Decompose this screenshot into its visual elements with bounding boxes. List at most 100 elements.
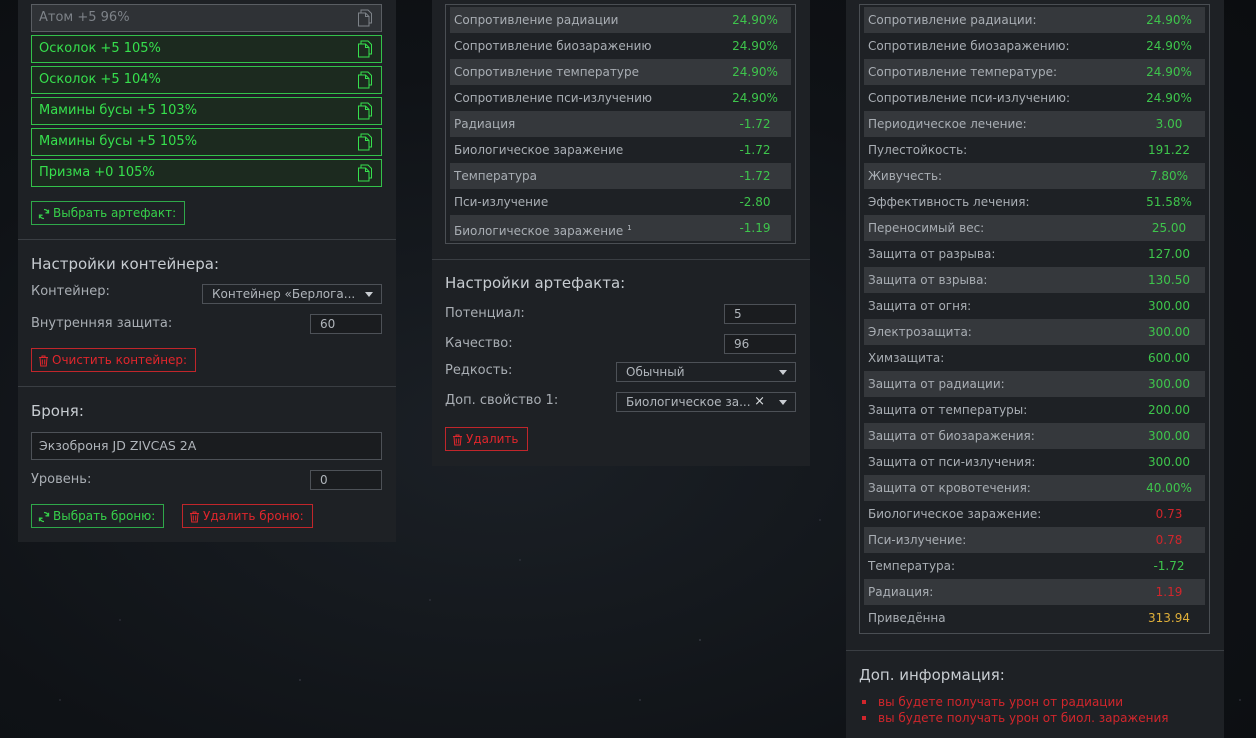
artifact-slot[interactable]: Призма +0 105% <box>31 159 382 187</box>
stat-row: Защита от разрыва: 127.00 <box>864 241 1205 267</box>
select-armor-button[interactable]: Выбрать броню: <box>31 504 165 528</box>
copy-icon[interactable] <box>357 133 373 151</box>
stat-row: Защита от биозаражения: 300.00 <box>864 423 1205 449</box>
stat-value: 3.00 <box>1155 117 1183 131</box>
stat-row: Радиация: 1.19 <box>864 579 1205 605</box>
extra-property-select[interactable]: Биологическое за... × <box>616 392 796 412</box>
inner-protection-input[interactable]: 60 <box>310 314 382 334</box>
armor-input[interactable]: Экзоброня JD ZIVCAS 2A <box>31 432 382 460</box>
stat-row: Сопротивление температуре: 24.90% <box>864 59 1205 85</box>
artifact-slot[interactable]: Мамины бусы +5 105% <box>31 128 382 156</box>
stat-value: -1.72 <box>739 117 771 131</box>
quality-input[interactable]: 96 <box>724 334 796 354</box>
select-artifact-button[interactable]: Выбрать артефакт: <box>31 201 186 225</box>
stat-value: 300.00 <box>1148 429 1190 443</box>
stat-name: Эффективность лечения: <box>868 195 1030 209</box>
container-select[interactable]: Контейнер «Берлога... <box>202 284 382 304</box>
artifact-slot[interactable]: Осколок +5 105% <box>31 35 382 63</box>
rarity-select[interactable]: Обычный <box>616 362 796 382</box>
artifact-slot-label: Осколок +5 104% <box>39 72 161 87</box>
delete-artifact-button[interactable]: Удалить <box>445 427 528 451</box>
stat-value: -1.19 <box>739 221 771 235</box>
stat-value: 51.58% <box>1146 195 1192 209</box>
stat-value: 1.19 <box>1155 585 1183 599</box>
stat-row: Приведённа 313.94 <box>864 605 1205 631</box>
stat-name: Защита от разрыва: <box>868 247 996 261</box>
copy-icon[interactable] <box>357 71 373 89</box>
stat-row: Сопротивление радиации 24.90% <box>450 7 791 33</box>
stat-name: Приведённа <box>868 611 946 625</box>
chevron-down-icon <box>779 400 787 405</box>
stat-value: 24.90% <box>732 13 778 27</box>
artifact-panel: Сопротивление радиации 24.90% Сопротивлени… <box>432 0 810 466</box>
stat-value: 300.00 <box>1148 455 1190 469</box>
stat-row: Пси-излучение -2.80 <box>450 189 791 215</box>
stat-value: 127.00 <box>1148 247 1190 261</box>
stat-row: Электрозащита: 300.00 <box>864 319 1205 345</box>
stat-row: Переносимый вес: 25.00 <box>864 215 1205 241</box>
stat-name: Температура: <box>868 559 956 573</box>
trash-icon <box>453 434 462 446</box>
copy-icon[interactable] <box>357 40 373 58</box>
info-item: вы будете получать урон от радиации <box>860 694 1168 710</box>
artifact-slot-label: Осколок +5 105% <box>39 41 161 56</box>
artifact-slot[interactable]: Мамины бусы +5 103% <box>31 97 382 125</box>
divider <box>846 650 1224 651</box>
container-settings-title: Настройки контейнера: <box>31 255 220 273</box>
artifact-slot[interactable]: Осколок +5 104% <box>31 66 382 94</box>
container-label: Контейнер: <box>31 284 110 299</box>
stat-name: Радиация <box>454 117 516 131</box>
stat-name: Биологическое заражение <box>454 143 624 157</box>
stat-name: Сопротивление биозаражению: <box>868 39 1070 53</box>
stat-name: Периодическое лечение: <box>868 117 1027 131</box>
clear-container-button[interactable]: Очистить контейнер: <box>31 348 197 372</box>
footnote-marker: 1 <box>627 224 632 232</box>
copy-icon[interactable] <box>357 9 373 27</box>
stat-value: -1.72 <box>1153 559 1185 573</box>
select-armor-label: Выбрать броню: <box>53 509 156 523</box>
stat-name: Сопротивление пси-излучению <box>454 91 653 105</box>
stat-name: Сопротивление температуре: <box>868 65 1058 79</box>
stat-row: Сопротивление пси-излучению: 24.90% <box>864 85 1205 111</box>
stat-row: Сопротивление пси-излучению 24.90% <box>450 85 791 111</box>
artifact-slot-label: Призма +0 105% <box>39 165 155 180</box>
stat-name: Защита от радиации: <box>868 377 1005 391</box>
stat-name: Защита от кровотечения: <box>868 481 1031 495</box>
extra-property-value: Биологическое за... <box>626 395 751 409</box>
artifact-slot[interactable]: Атом +5 96% <box>31 4 382 32</box>
stat-row: Биологическое заражение 1 -1.19 <box>450 215 791 241</box>
divider <box>18 239 396 240</box>
stat-value: 191.22 <box>1148 143 1190 157</box>
potential-label: Потенциал: <box>445 306 525 321</box>
stat-row: Защита от радиации: 300.00 <box>864 371 1205 397</box>
copy-icon[interactable] <box>357 102 373 120</box>
info-item: вы будете получать урон от биол. заражен… <box>860 710 1168 726</box>
stat-name: Биологическое заражение <box>454 224 624 238</box>
stat-name: Сопротивление радиации <box>454 13 619 27</box>
stat-value: 24.90% <box>1146 13 1192 27</box>
divider <box>18 386 396 387</box>
potential-input[interactable]: 5 <box>724 304 796 324</box>
clear-icon[interactable]: × <box>754 393 765 411</box>
delete-armor-button[interactable]: Удалить броню: <box>182 504 313 528</box>
delete-armor-label: Удалить броню: <box>203 509 304 523</box>
stat-value: 300.00 <box>1148 325 1190 339</box>
stat-row: Защита от кровотечения: 40.00% <box>864 475 1205 501</box>
stat-name: Сопротивление радиации: <box>868 13 1037 27</box>
refresh-icon <box>38 208 50 220</box>
stat-value: -2.80 <box>739 195 771 209</box>
stat-name: Электрозащита: <box>868 325 972 339</box>
stat-name: Температура <box>454 169 538 183</box>
stat-value: 24.90% <box>1146 91 1192 105</box>
stat-row: Радиация -1.72 <box>450 111 791 137</box>
stat-value: -1.72 <box>739 169 771 183</box>
clear-container-label: Очистить контейнер: <box>52 353 188 367</box>
stat-value: -1.72 <box>739 143 771 157</box>
extra-info-title: Доп. информация: <box>859 666 1005 684</box>
summary-stats-table: Сопротивление радиации: 24.90% Сопротивлен… <box>859 4 1210 634</box>
level-input[interactable]: 0 <box>310 470 382 490</box>
copy-icon[interactable] <box>357 164 373 182</box>
stat-row: Температура: -1.72 <box>864 553 1205 579</box>
stat-value: 40.00% <box>1146 481 1192 495</box>
stat-row: Химзащита: 600.00 <box>864 345 1205 371</box>
